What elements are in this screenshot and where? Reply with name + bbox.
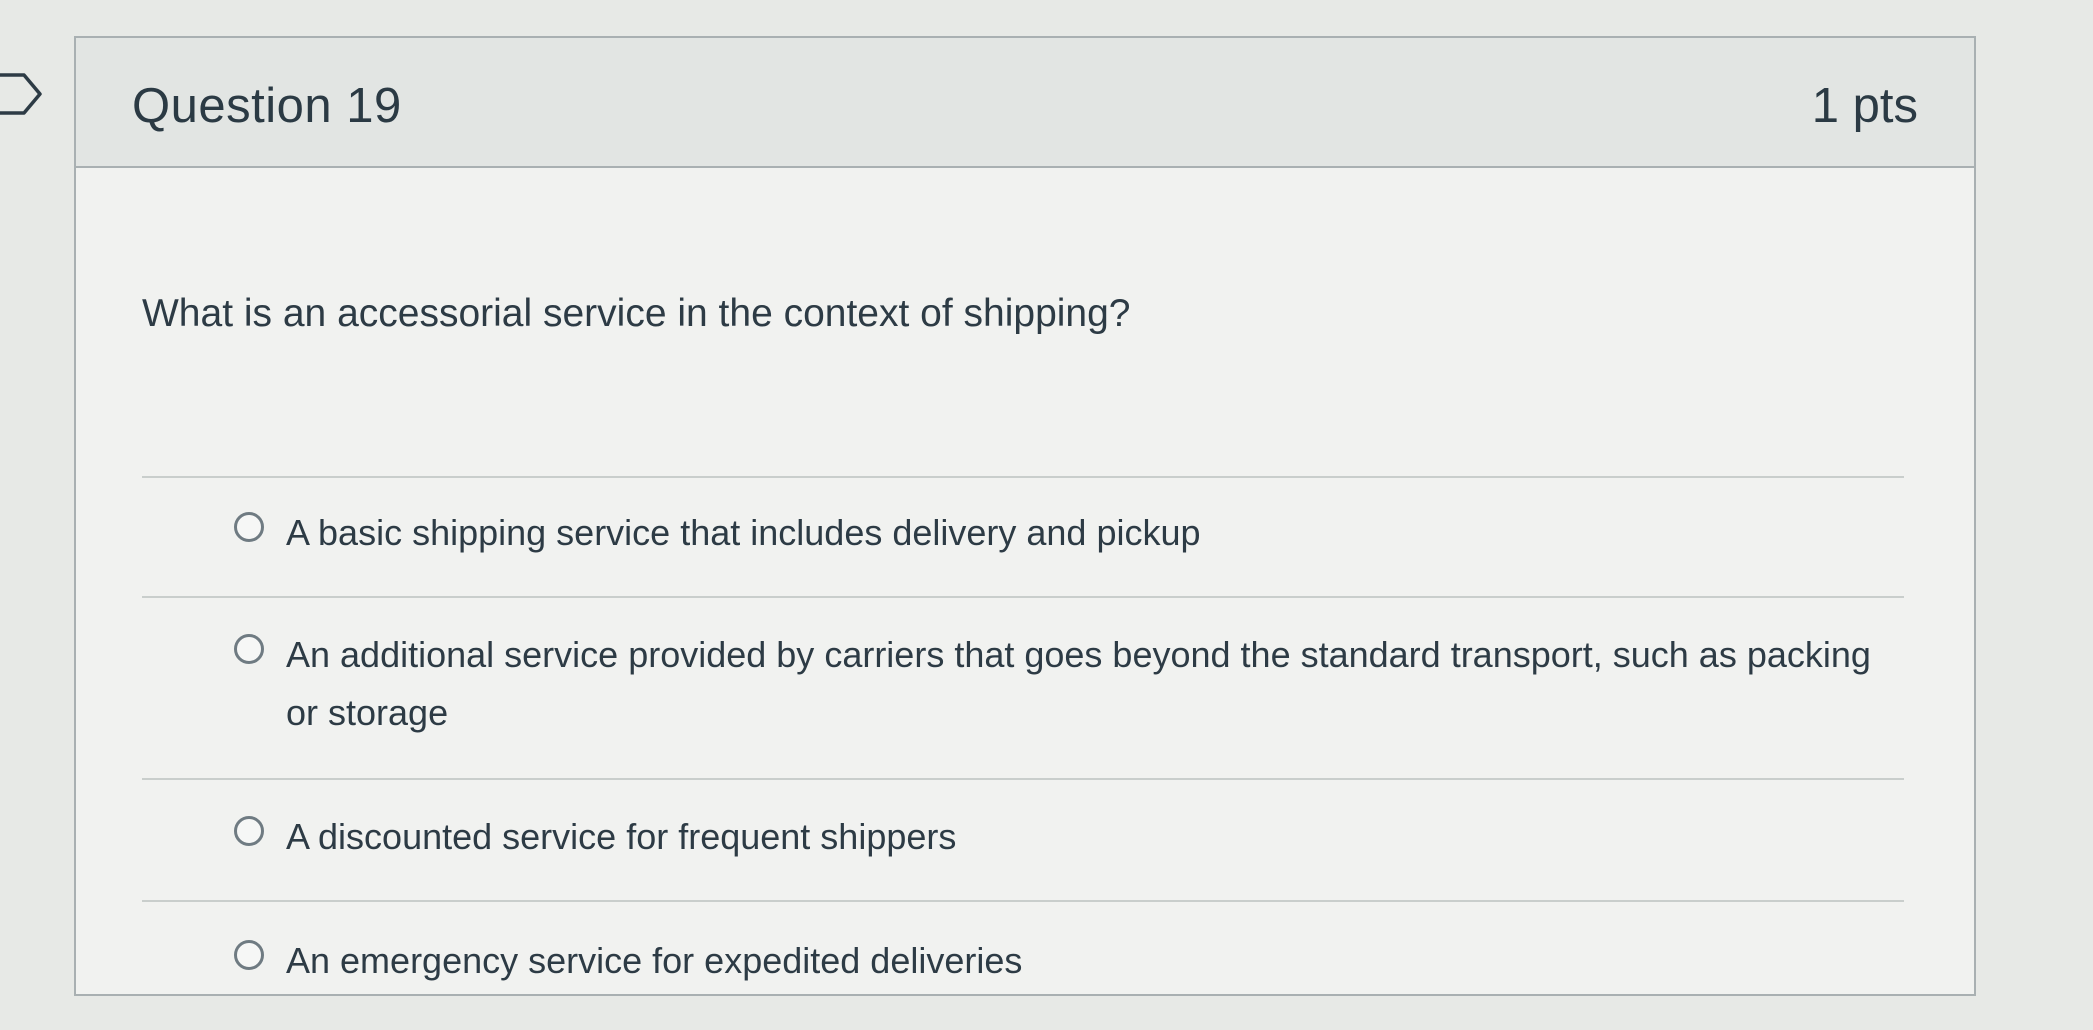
question-title: Question 19 <box>132 79 402 133</box>
answer-label: A discounted service for frequent shippe… <box>286 816 957 857</box>
answer-option-3[interactable]: A discounted service for frequent shippe… <box>142 780 1904 900</box>
answer-label: A basic shipping service that includes d… <box>286 512 1201 553</box>
answer-option-4[interactable]: An emergency service for expedited deliv… <box>142 902 1904 1030</box>
question-header: Question 19 1 pts <box>76 38 1974 168</box>
question-prompt: What is an accessorial service in the co… <box>142 292 1131 335</box>
answer-label: An emergency service for expedited deliv… <box>286 940 1023 981</box>
radio-button-icon[interactable] <box>234 940 264 970</box>
radio-button-icon[interactable] <box>234 512 264 542</box>
answer-label: An additional service provided by carrie… <box>286 634 1871 733</box>
flag-question-icon[interactable] <box>0 72 42 116</box>
answer-option-1[interactable]: A basic shipping service that includes d… <box>142 478 1904 596</box>
answer-option-2[interactable]: An additional service provided by carrie… <box>142 598 1904 778</box>
radio-button-icon[interactable] <box>234 634 264 664</box>
question-card: Question 19 1 pts What is an accessorial… <box>74 36 1976 996</box>
question-points: 1 pts <box>1811 79 1918 133</box>
answer-list: A basic shipping service that includes d… <box>142 476 1904 1030</box>
radio-button-icon[interactable] <box>234 816 264 846</box>
